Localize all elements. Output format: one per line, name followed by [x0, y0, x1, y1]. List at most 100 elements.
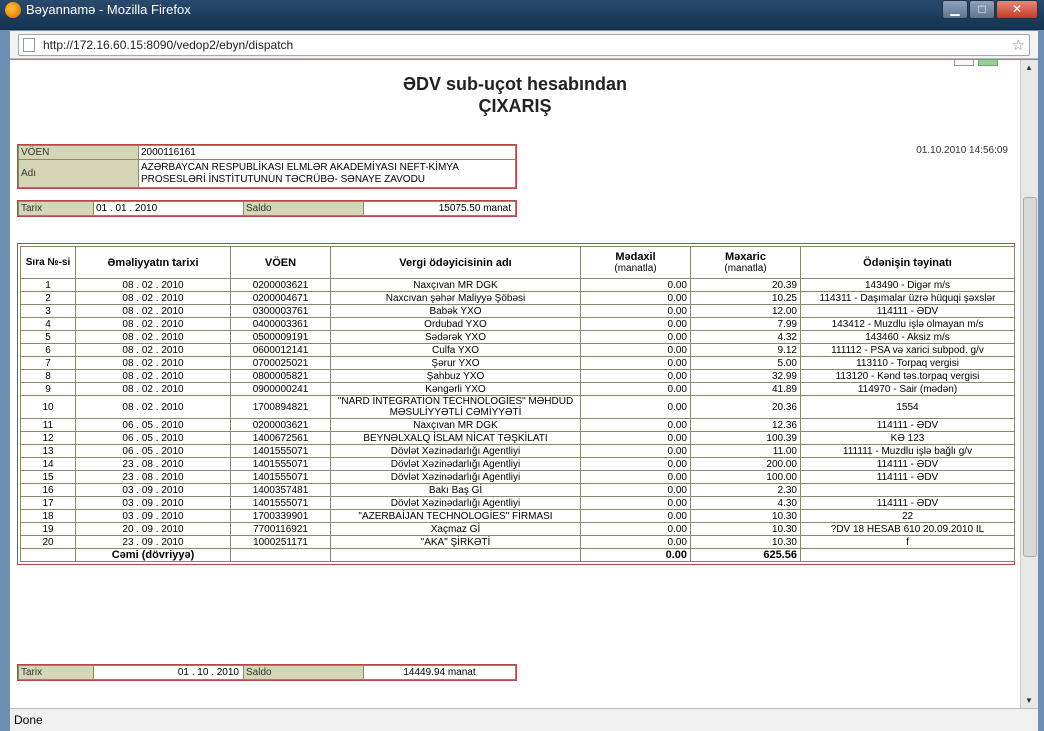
closing-date-value: 01 . 10 . 2010	[93, 665, 244, 680]
table-row: 4 08 . 02 . 2010 0400003361 Ordubad YXO 0.00…	[20, 317, 1015, 331]
row-number: 13	[20, 444, 76, 458]
total-expense: 625.56	[690, 548, 801, 562]
closing-balance-label: Saldo	[243, 665, 364, 680]
payer-name: Şahbuz YXO	[330, 369, 581, 383]
row-number: 18	[20, 509, 76, 523]
table-row: 1 08 . 02 . 2010 0200003621 Naxçıvan MR DGK…	[20, 278, 1015, 292]
window-title: Bəyannamə - Mozilla Firefox	[26, 2, 191, 17]
payment-purpose	[800, 483, 1015, 497]
payment-purpose: KƏ 123	[800, 431, 1015, 445]
row-voen: 1401555071	[230, 470, 331, 484]
payer-name: Dövlət Xəzinədarlığı Agentliyi	[330, 470, 581, 484]
close-button[interactable]: ✕	[996, 0, 1038, 19]
payer-name: Dövlət Xəzinədarlığı Agentliyi	[330, 496, 581, 510]
window-titlebar: Bəyannamə - Mozilla Firefox ▁ □ ✕	[0, 0, 1044, 30]
row-number: 1	[20, 278, 76, 292]
payer-name: Dövlət Xəzinədarlığı Agentliyi	[330, 444, 581, 458]
payment-purpose: 111111 - Muzdlu işlə bağlı g/v	[800, 444, 1015, 458]
vertical-scrollbar[interactable]: ▲ ▼	[1020, 60, 1038, 708]
payment-purpose: 114311 - Daşımalar üzrə hüquqi şəxslər	[800, 291, 1015, 305]
table-row: 19 20 . 09 . 2010 7700116921 Xaçmaz Gİ 0.00 1…	[20, 522, 1015, 536]
status-bar: Done	[10, 708, 1038, 731]
opening-balance-box: Tarix 01 . 01 . 2010 Saldo 15075.50 mana…	[17, 200, 517, 217]
opening-date-value: 01 . 01 . 2010	[93, 201, 244, 216]
expense-value: 12.00	[690, 304, 801, 318]
voen-value: 2000116161	[138, 145, 516, 160]
document-title: ƏDV sub-uçot hesabından	[402, 74, 628, 94]
row-voen: 0800005821	[230, 369, 331, 383]
row-voen: 0400003361	[230, 317, 331, 331]
operation-date: 06 . 05 . 2010	[75, 431, 231, 445]
payer-name: Ordubad YXO	[330, 317, 581, 331]
table-row: 10 08 . 02 . 2010 1700894821 "NARD İNTEGRAT…	[20, 395, 1015, 419]
payment-purpose: 143412 - Muzdlu işlə olmayan m/s	[800, 317, 1015, 331]
operation-date: 08 . 02 . 2010	[75, 356, 231, 370]
payer-name: Kəngərli YXO	[330, 382, 581, 396]
expense-value: 9.12	[690, 343, 801, 357]
payer-name: BEYNƏLXALQ İSLAM NİCAT TƏŞKİLATI	[330, 431, 581, 445]
url-text[interactable]: http://172.16.60.15:8090/vedop2/ebyn/dis…	[43, 38, 293, 52]
row-number: 4	[20, 317, 76, 331]
expense-value: 41.89	[690, 382, 801, 396]
expense-value: 5.00	[690, 356, 801, 370]
income-value: 0.00	[580, 535, 691, 549]
expense-value: 11.00	[690, 444, 801, 458]
row-number: 3	[20, 304, 76, 318]
page-icon	[23, 38, 35, 52]
operation-date: 23 . 09 . 2010	[75, 535, 231, 549]
scroll-up-arrow-icon[interactable]: ▲	[1025, 63, 1033, 72]
payment-purpose: 114111 - ƏDV	[800, 418, 1015, 432]
closing-balance-box: Tarix 01 . 10 . 2010 Saldo 14449.94 mana…	[17, 664, 517, 681]
table-row: 9 08 . 02 . 2010 0900000241 Kəngərli YXO 0.0…	[20, 382, 1015, 396]
payer-name: "AKA" ŞİRKƏTİ	[330, 535, 581, 549]
maximize-button[interactable]: □	[969, 0, 995, 19]
table-row: 12 06 . 05 . 2010 1400672561 BEYNƏLXALQ İSL…	[20, 431, 1015, 445]
transactions-table: Sıra №-si Əməliyyatın tarixi VÖEN Vergi …	[20, 246, 1015, 562]
row-voen: 7700116921	[230, 522, 331, 536]
income-value: 0.00	[580, 457, 691, 471]
col-header-income: Mədaxil (manatla)	[580, 246, 691, 279]
expense-value: 100.39	[690, 431, 801, 445]
row-number: 8	[20, 369, 76, 383]
row-voen: 0300003761	[230, 304, 331, 318]
income-value: 0.00	[580, 496, 691, 510]
page-action-button[interactable]	[954, 60, 974, 66]
operation-date: 08 . 02 . 2010	[75, 304, 231, 318]
row-voen: 0500009191	[230, 330, 331, 344]
payment-purpose: 111112 - PSA və xarici subpod. g/v	[800, 343, 1015, 357]
row-number: 2	[20, 291, 76, 305]
row-number: 16	[20, 483, 76, 497]
row-number: 10	[20, 395, 76, 419]
operation-date: 08 . 02 . 2010	[75, 382, 231, 396]
bookmark-star-icon[interactable]: ☆	[1012, 36, 1025, 54]
minimize-button[interactable]: ▁	[942, 0, 968, 19]
row-voen: 1400672561	[230, 431, 331, 445]
operation-date: 08 . 02 . 2010	[75, 369, 231, 383]
table-row: 3 08 . 02 . 2010 0300003761 Babək YXO 0.00 12…	[20, 304, 1015, 318]
row-number: 17	[20, 496, 76, 510]
payment-purpose: 114970 - Sair (mədən)	[800, 382, 1015, 396]
name-label: Adı	[18, 159, 139, 188]
payer-name: Naxcıvan şəhər Maliyyə Şöbəsi	[330, 291, 581, 305]
income-value: 0.00	[580, 522, 691, 536]
row-voen: 1400357481	[230, 483, 331, 497]
payer-name: Naxçıvan MR DGK	[330, 278, 581, 292]
table-row: 15 23 . 08 . 2010 1401555071 Dövlət Xəzinəd…	[20, 470, 1015, 484]
expense-value: 10.25	[690, 291, 801, 305]
row-number: 12	[20, 431, 76, 445]
expense-value: 10.30	[690, 535, 801, 549]
payment-purpose: 113110 - Torpaq vergisi	[800, 356, 1015, 370]
operation-date: 08 . 02 . 2010	[75, 317, 231, 331]
payer-name: Xaçmaz Gİ	[330, 522, 581, 536]
payment-purpose: 114111 - ƏDV	[800, 470, 1015, 484]
row-voen: 0200003621	[230, 278, 331, 292]
table-row: 13 06 . 05 . 2010 1401555071 Dövlət Xəzinəd…	[20, 444, 1015, 458]
payer-name: Dövlət Xəzinədarlığı Agentliyi	[330, 457, 581, 471]
income-value: 0.00	[580, 278, 691, 292]
income-value: 0.00	[580, 356, 691, 370]
firefox-icon	[5, 2, 21, 18]
scroll-down-arrow-icon[interactable]: ▼	[1025, 696, 1033, 705]
scroll-thumb[interactable]	[1023, 197, 1037, 557]
address-bar[interactable]: http://172.16.60.15:8090/vedop2/ebyn/dis…	[18, 34, 1030, 56]
opening-balance-label: Saldo	[243, 201, 364, 216]
